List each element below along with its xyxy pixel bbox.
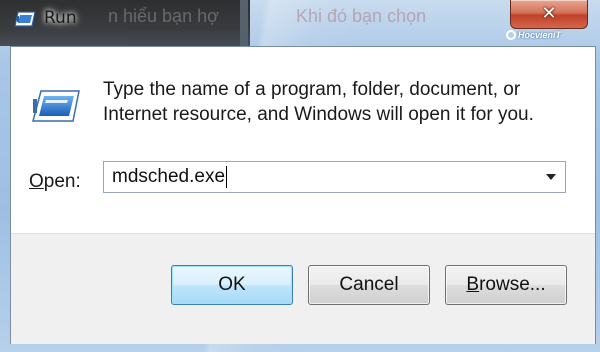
window-frame: n hiểu bạn hợ Khi đó bạn chọn Run ✕ Hocv… — [0, 0, 600, 352]
close-icon: ✕ — [541, 3, 557, 24]
text-caret — [226, 166, 228, 188]
open-input[interactable]: mdsched.exe — [104, 166, 537, 188]
open-combobox[interactable]: mdsched.exe — [103, 161, 566, 193]
close-button[interactable]: ✕ — [510, 0, 588, 29]
watermark-logo-icon — [506, 30, 516, 40]
title-bar[interactable]: Run ✕ HocvieniT — [0, 0, 600, 40]
open-label: Open: — [29, 171, 81, 192]
ok-button[interactable]: OK — [171, 265, 293, 305]
open-input-value: mdsched.exe — [112, 166, 226, 187]
watermark-text: HocvieniT — [518, 30, 562, 40]
dialog-client-area: Type the name of a program, folder, docu… — [10, 46, 596, 344]
run-app-icon — [14, 11, 36, 27]
run-program-icon — [32, 90, 80, 122]
chevron-down-icon — [546, 174, 556, 180]
dialog-description: Type the name of a program, folder, docu… — [103, 79, 534, 125]
cancel-button[interactable]: Cancel — [308, 265, 430, 305]
dialog-content: Type the name of a program, folder, docu… — [11, 47, 595, 231]
watermark: HocvieniT — [506, 30, 561, 40]
dropdown-arrow-button[interactable] — [537, 162, 565, 192]
window-title: Run — [44, 8, 77, 28]
browse-button[interactable]: Browse... — [445, 265, 567, 305]
